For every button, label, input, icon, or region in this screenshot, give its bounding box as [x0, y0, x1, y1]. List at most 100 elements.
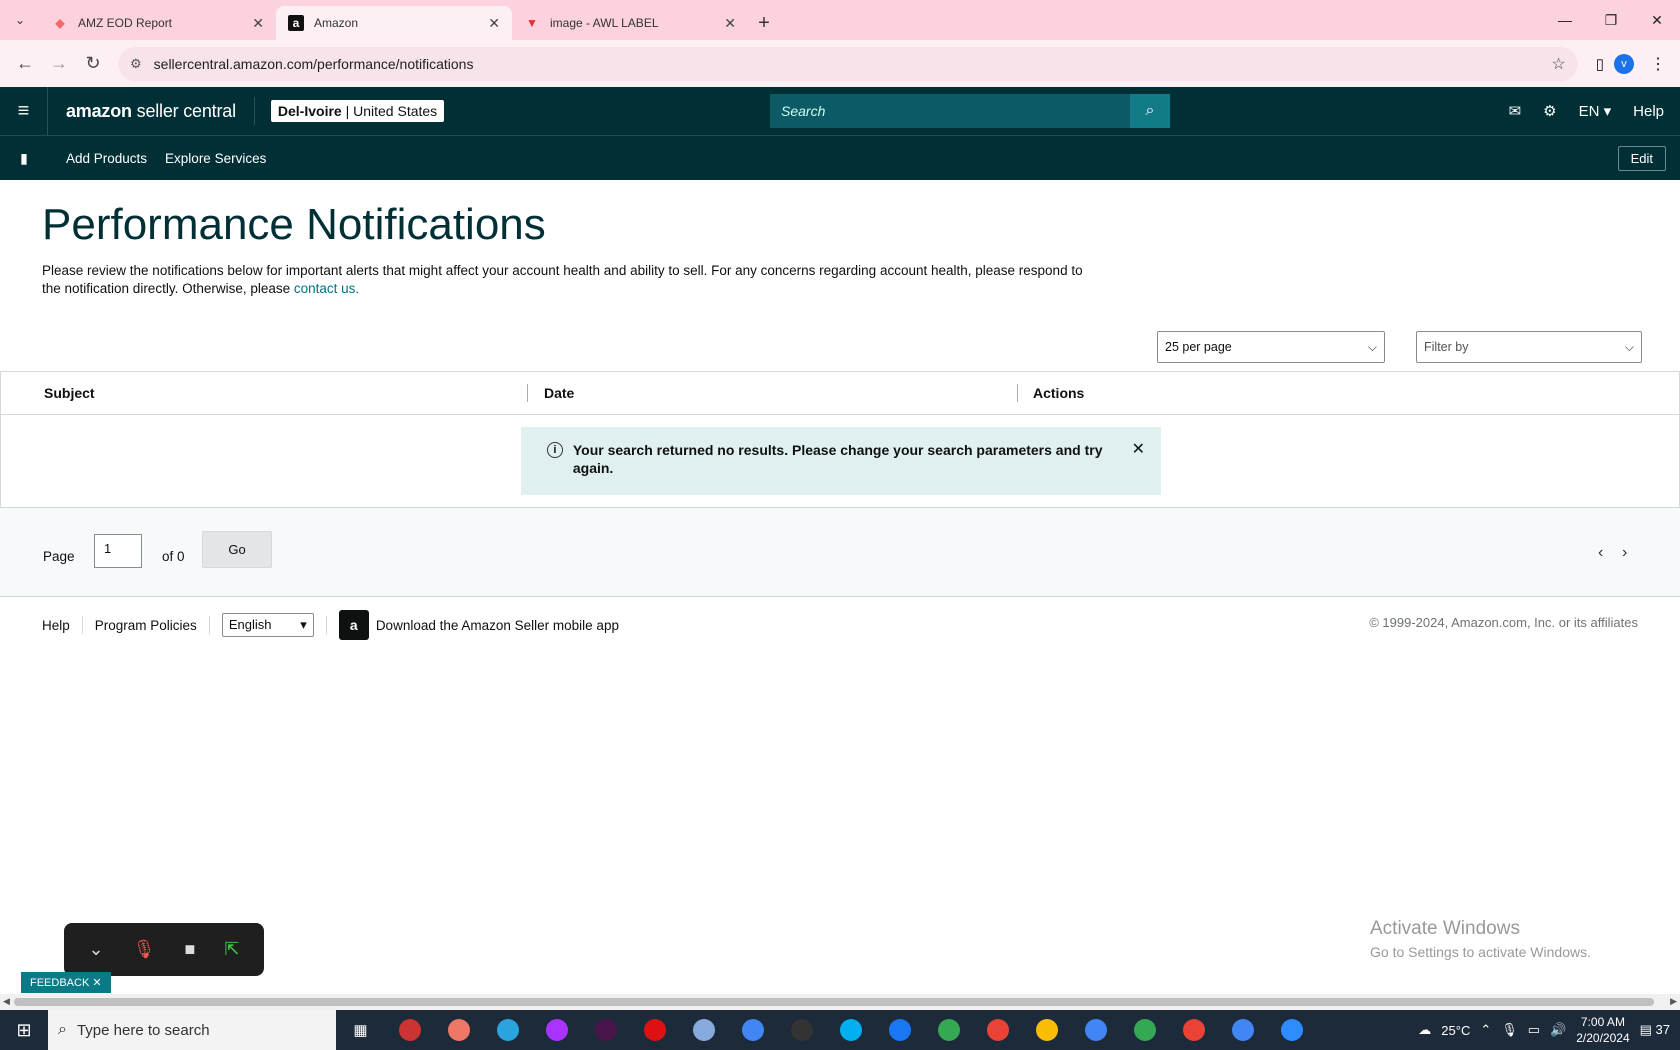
mic-muted-icon[interactable]: 🎙	[133, 939, 156, 960]
help-link[interactable]: Help	[1633, 103, 1664, 120]
task-view-icon[interactable]: ▦	[336, 1010, 385, 1050]
clock[interactable]: 7:00 AM 2/20/2024	[1576, 1014, 1629, 1046]
chevron-up-icon[interactable]: ⌃	[1480, 1022, 1491, 1038]
browser-tab-label[interactable]: ▼ image - AWL LABEL ✕	[512, 6, 748, 40]
url-text[interactable]: sellercentral.amazon.com/performance/not…	[154, 56, 1552, 72]
edit-button[interactable]: Edit	[1617, 146, 1666, 171]
chrome-icon[interactable]	[973, 1010, 1022, 1050]
windows-taskbar: ⊞ ⌕ Type here to search ▦ ☁ 25°C ⌃ 🎙 ▭ 🔊…	[0, 1010, 1680, 1050]
browser-tab-amazon[interactable]: a Amazon ✕	[276, 6, 512, 40]
bookmark-star-icon[interactable]: ☆	[1551, 54, 1565, 74]
mobile-app-link[interactable]: Download the Amazon Seller mobile app	[376, 618, 619, 633]
mail-icon[interactable]: ✉	[1509, 102, 1522, 120]
weather-temp[interactable]: 25°C	[1441, 1023, 1470, 1038]
go-button[interactable]: Go	[202, 531, 272, 568]
network-icon[interactable]: ▭	[1528, 1022, 1540, 1038]
mic-icon[interactable]: 🎙	[1501, 1022, 1518, 1038]
footer-divider	[208, 616, 210, 634]
close-icon[interactable]: ✕	[1132, 441, 1145, 495]
browser-tab-eod[interactable]: ◆ AMZ EOD Report ✕	[40, 6, 276, 40]
scrollbar-thumb[interactable]	[14, 998, 1654, 1006]
messenger-icon[interactable]	[532, 1010, 581, 1050]
close-icon[interactable]: ✕	[92, 976, 101, 989]
app-icon[interactable]	[679, 1010, 728, 1050]
video-icon[interactable]: ■	[184, 939, 195, 960]
filter-select[interactable]: Filter by ⌵	[1416, 331, 1642, 363]
activate-windows-watermark: Activate Windows Go to Settings to activ…	[1370, 918, 1591, 960]
prev-page-icon[interactable]: ‹	[1598, 544, 1603, 562]
language-value: English	[228, 617, 272, 632]
forward-icon[interactable]: →	[42, 47, 76, 81]
chrome-icon[interactable]	[1022, 1010, 1071, 1050]
zoom-icon[interactable]	[1267, 1010, 1316, 1050]
clock-date: 2/20/2024	[1576, 1031, 1630, 1045]
clock-app-icon[interactable]	[777, 1010, 826, 1050]
app-icon[interactable]	[385, 1010, 434, 1050]
page-title: Performance Notifications	[42, 200, 546, 249]
account-box[interactable]: Del-Ivoire | United States	[270, 100, 445, 122]
taskbar-search-placeholder: Type here to search	[76, 1021, 210, 1039]
chevron-down-icon[interactable]: ⌄	[89, 939, 104, 960]
scroll-right-icon[interactable]: ▶	[1670, 996, 1677, 1007]
telegram-icon[interactable]	[483, 1010, 532, 1050]
minimize-icon[interactable]: —	[1542, 0, 1588, 40]
horizontal-scrollbar[interactable]: ◀ ▶	[0, 994, 1680, 1010]
seller-central-logo[interactable]: amazon seller central	[66, 101, 236, 122]
account-switcher[interactable]: Del-Ivoire | United States	[253, 97, 445, 125]
back-icon[interactable]: ←	[8, 47, 42, 81]
chrome-icon[interactable]	[1169, 1010, 1218, 1050]
nav-explore-services[interactable]: Explore Services	[165, 151, 266, 166]
close-icon[interactable]: ✕	[724, 15, 736, 32]
close-icon[interactable]: ✕	[488, 15, 500, 32]
footer-language-select[interactable]: English ▾	[221, 613, 314, 637]
column-actions[interactable]: Actions	[1033, 385, 1084, 401]
language-selector[interactable]: EN ▾	[1579, 102, 1612, 120]
windows-start-icon[interactable]: ⊞	[0, 1010, 48, 1050]
chrome-icon[interactable]	[924, 1010, 973, 1050]
footer-help-link[interactable]: Help	[42, 618, 70, 633]
address-bar[interactable]: ⚙ sellercentral.amazon.com/performance/n…	[118, 46, 1578, 81]
close-icon[interactable]: ✕	[252, 15, 264, 32]
scroll-left-icon[interactable]: ◀	[3, 996, 10, 1007]
program-policies-link[interactable]: Program Policies	[95, 618, 197, 633]
app-icon[interactable]	[434, 1010, 483, 1050]
next-page-icon[interactable]: ›	[1622, 544, 1627, 562]
volume-icon[interactable]: 🔊	[1550, 1022, 1566, 1038]
bookmark-icon[interactable]: ▮	[0, 150, 48, 167]
new-tab-button[interactable]: +	[748, 6, 780, 40]
slack-icon[interactable]	[581, 1010, 630, 1050]
search-input[interactable]: Search	[770, 94, 1130, 128]
seller-central-header: ≡ amazon seller central Del-Ivoire | Uni…	[0, 87, 1680, 135]
reload-icon[interactable]: ↻	[76, 47, 110, 81]
hamburger-menu-icon[interactable]: ≡	[0, 87, 48, 135]
chrome-icon[interactable]	[1071, 1010, 1120, 1050]
bookmarks-nav: ▮ Add Products Explore Services Edit	[0, 135, 1680, 180]
taskbar-search[interactable]: ⌕ Type here to search	[48, 1010, 336, 1050]
weather-icon[interactable]: ☁	[1418, 1022, 1431, 1038]
feedback-tab[interactable]: FEEDBACK ✕	[21, 972, 111, 993]
facebook-icon[interactable]	[875, 1010, 924, 1050]
amazon-app-icon[interactable]: a	[338, 610, 369, 640]
chrome-icon[interactable]	[728, 1010, 777, 1050]
restore-icon[interactable]: ❐	[1588, 0, 1634, 40]
tab-search-icon[interactable]: ⌄	[0, 0, 40, 40]
browser-menu-icon[interactable]: ⋮	[1644, 54, 1672, 74]
opera-icon[interactable]	[630, 1010, 679, 1050]
chrome-icon[interactable]	[1120, 1010, 1169, 1050]
per-page-select[interactable]: 25 per page ⌵	[1157, 331, 1385, 363]
notification-center-icon[interactable]: ▤ 37	[1640, 1022, 1670, 1038]
search-icon[interactable]: ⌕	[1130, 94, 1170, 128]
column-subject[interactable]: Subject	[44, 385, 95, 401]
share-screen-icon[interactable]: ⇱	[224, 939, 239, 960]
contact-us-link[interactable]: contact us.	[294, 281, 359, 296]
column-date[interactable]: Date	[544, 385, 574, 401]
site-info-icon[interactable]: ⚙	[130, 56, 142, 72]
side-panel-icon[interactable]: ▯	[1596, 55, 1604, 73]
chrome-icon[interactable]	[1218, 1010, 1267, 1050]
profile-avatar[interactable]: v	[1614, 53, 1634, 74]
nav-add-products[interactable]: Add Products	[66, 151, 147, 166]
skype-icon[interactable]	[826, 1010, 875, 1050]
close-window-icon[interactable]: ✕	[1634, 0, 1680, 40]
page-number-input[interactable]: 1	[94, 534, 142, 568]
gear-icon[interactable]: ⚙	[1543, 102, 1556, 120]
